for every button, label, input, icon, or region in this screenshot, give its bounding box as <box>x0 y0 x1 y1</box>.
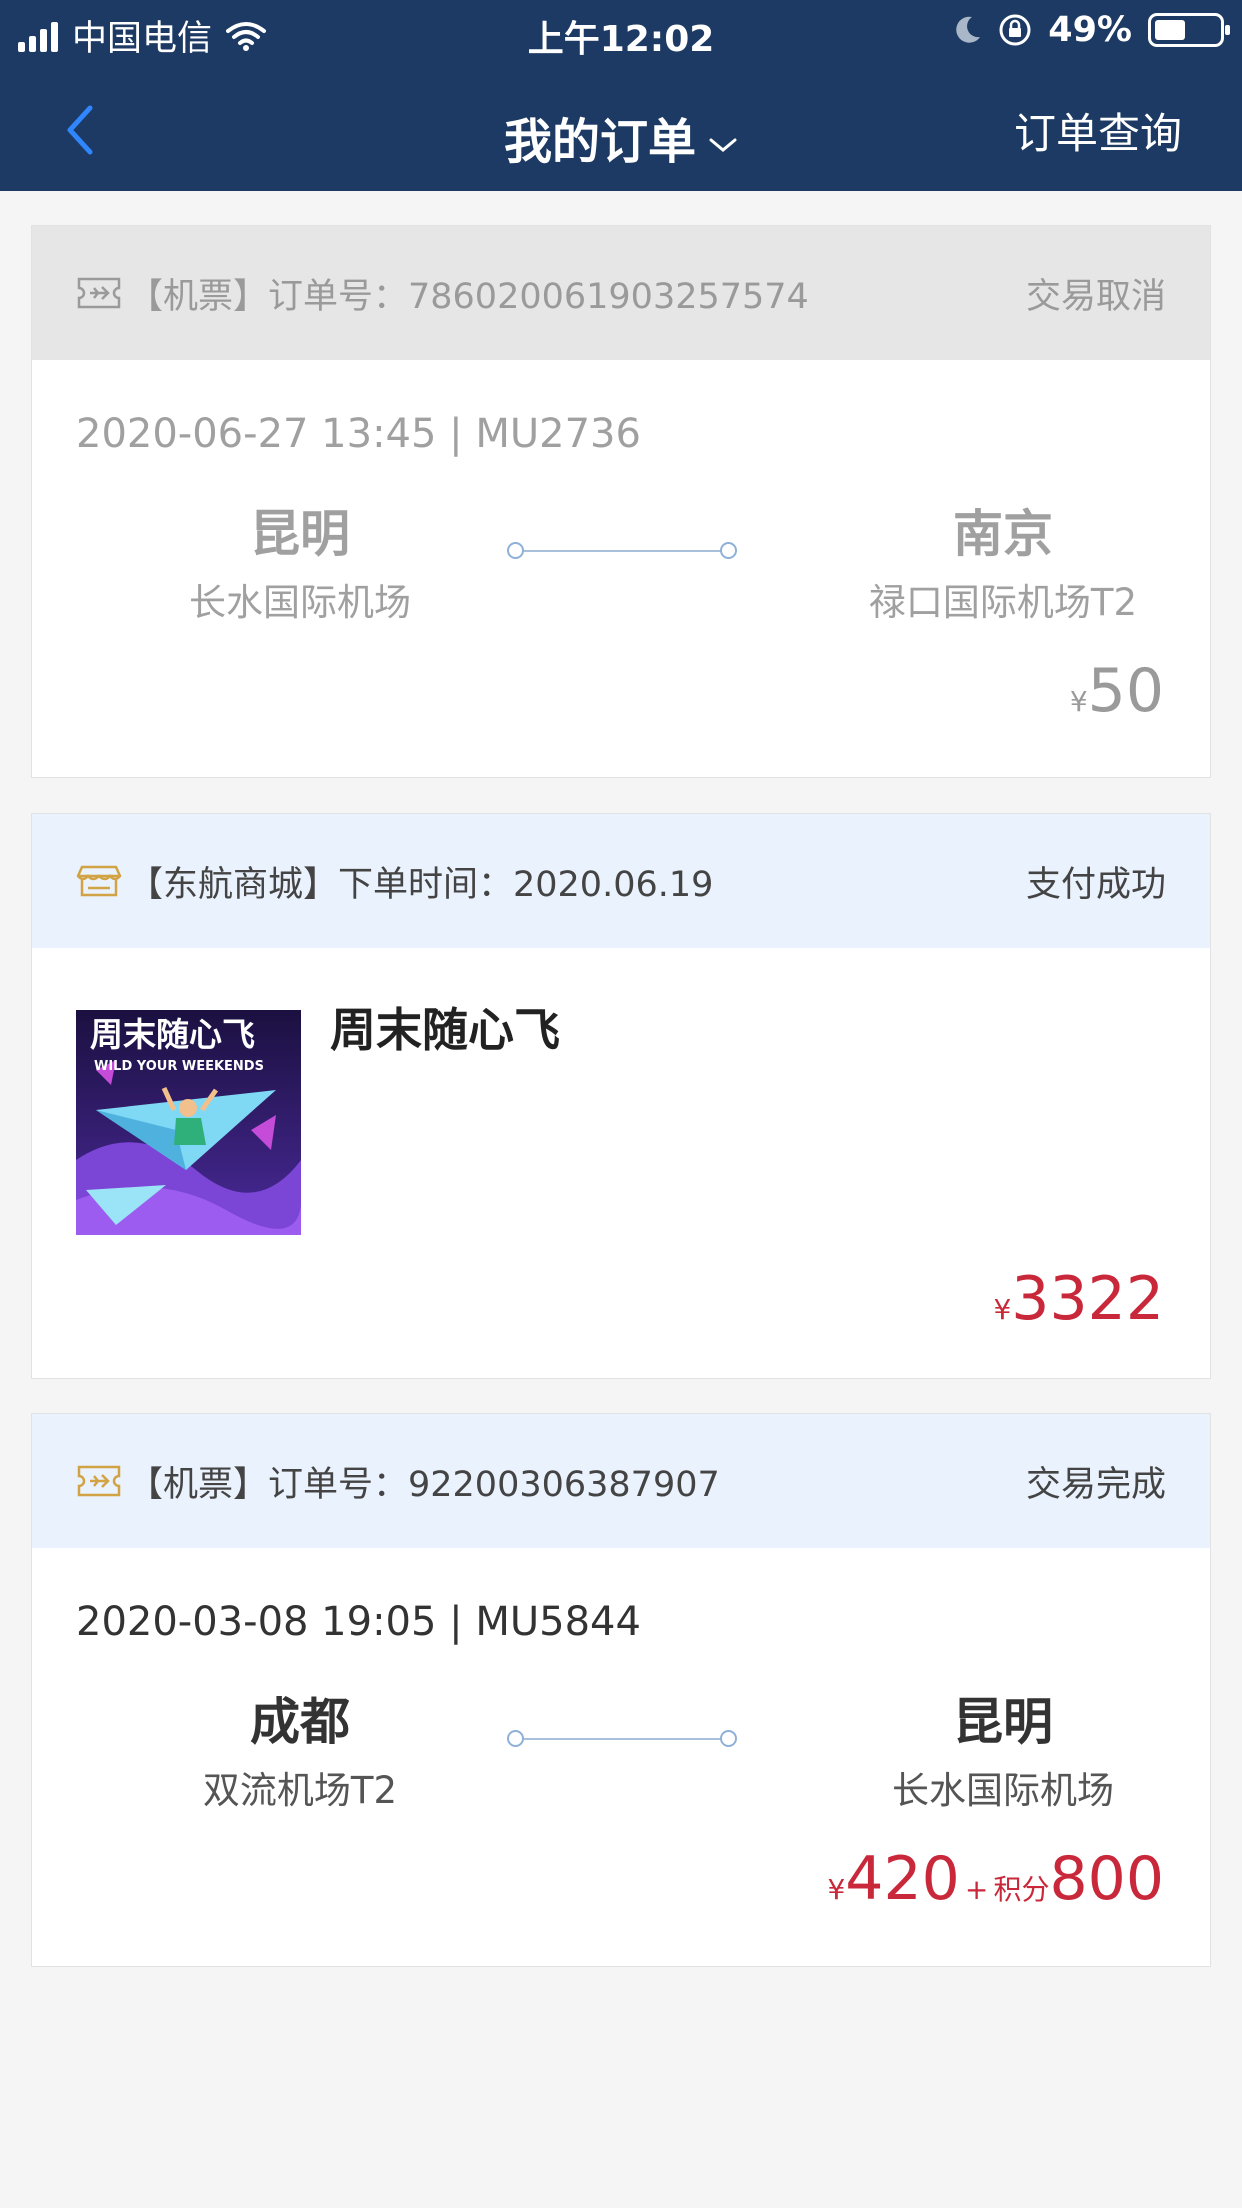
order-time: 【东航商城】下单时间：2020.06.19 <box>128 864 714 905</box>
route-line <box>507 1729 737 1749</box>
order-card-mall[interactable]: 【东航商城】下单时间：2020.06.19 支付成功 周末随心飞 WILD YO… <box>31 813 1211 1379</box>
order-price: ¥3322 <box>993 1264 1164 1334</box>
order-price: ¥50 <box>1070 656 1164 726</box>
page-title: 我的订单 <box>503 114 696 170</box>
arrival-airport: 禄口国际机场T2 <box>868 581 1138 624</box>
app-header: 中国电信 上午12:02 49% 我的订单 订单查询 <box>0 0 1242 191</box>
order-card-header: 【东航商城】下单时间：2020.06.19 支付成功 <box>32 814 1210 948</box>
departure: 成都 双流机场T2 <box>150 1682 450 1814</box>
currency-symbol: ¥ <box>1069 685 1088 718</box>
arrival: 昆明 长水国际机场 <box>853 1682 1153 1814</box>
arrival-city: 昆明 <box>953 1693 1053 1751</box>
flight-info: 2020-03-08 19:05 | MU5844 <box>76 1599 641 1645</box>
order-number: 【机票】订单号：92200306387907 <box>128 1464 720 1505</box>
battery-percent: 49% <box>1048 10 1132 50</box>
arrival-airport: 长水国际机场 <box>892 1769 1114 1812</box>
product-image-subtitle: WILD YOUR WEEKENDS <box>94 1059 264 1074</box>
order-card-header: 【机票】订单号：92200306387907 交易完成 <box>32 1414 1210 1548</box>
order-number: 【机票】订单号：786020061903257574 <box>128 276 809 317</box>
departure-city: 成都 <box>250 1693 350 1751</box>
price-amount: 3322 <box>1011 1264 1164 1334</box>
departure-airport: 长水国际机场 <box>189 581 411 624</box>
departure-airport: 双流机场T2 <box>202 1769 398 1812</box>
arrival: 南京 禄口国际机场T2 <box>853 494 1153 626</box>
rotation-lock-icon <box>999 14 1031 46</box>
chevron-down-icon <box>709 138 737 152</box>
product-image-title: 周末随心飞 <box>90 1015 255 1054</box>
product-title: 周末随心飞 <box>330 1003 560 1057</box>
order-status: 交易取消 <box>1025 276 1166 317</box>
shop-icon <box>76 865 122 897</box>
order-status: 支付成功 <box>1025 864 1166 905</box>
order-card-flight-completed[interactable]: 【机票】订单号：92200306387907 交易完成 2020-03-08 1… <box>31 1413 1211 1967</box>
plane-ticket-icon <box>77 277 121 309</box>
moon-icon <box>956 16 981 43</box>
order-status: 交易完成 <box>1025 1464 1166 1505</box>
points-label: 积分 <box>993 1873 1050 1906</box>
product-image: 周末随心飞 WILD YOUR WEEKENDS <box>76 1010 301 1235</box>
order-price: ¥420 + 积分800 <box>827 1844 1164 1914</box>
departure: 昆明 长水国际机场 <box>150 494 450 626</box>
currency-symbol: ¥ <box>993 1293 1012 1326</box>
battery-icon <box>1148 13 1230 47</box>
price-amount: 50 <box>1087 656 1164 726</box>
plane-ticket-icon <box>77 1465 121 1497</box>
departure-city: 昆明 <box>250 505 350 563</box>
order-card-flight-cancelled[interactable]: 【机票】订单号：786020061903257574 交易取消 2020-06-… <box>31 225 1211 778</box>
order-query-link[interactable]: 订单查询 <box>1014 100 1182 161</box>
currency-symbol: ¥ <box>827 1873 846 1906</box>
price-amount: 420 <box>845 1844 960 1914</box>
flight-info: 2020-06-27 13:45 | MU2736 <box>76 411 641 457</box>
status-bar: 中国电信 上午12:02 49% <box>0 0 1242 62</box>
order-card-header: 【机票】订单号：786020061903257574 交易取消 <box>32 226 1210 360</box>
plus-sign: + <box>964 1873 989 1906</box>
arrival-city: 南京 <box>953 505 1053 563</box>
route-line <box>507 541 737 561</box>
points-amount: 800 <box>1049 1844 1164 1914</box>
nav-bar: 我的订单 订单查询 <box>0 62 1242 191</box>
